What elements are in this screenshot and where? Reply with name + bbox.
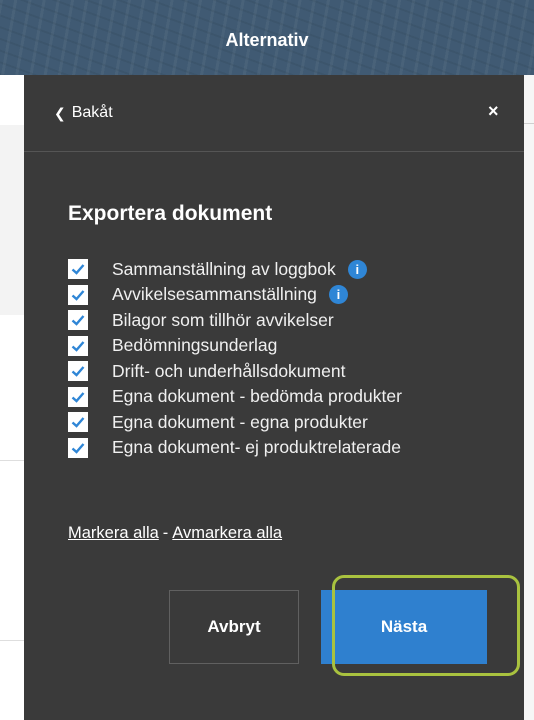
option-row[interactable]: Egna dokument- ej produktrelaterade — [68, 436, 518, 460]
selection-links: Markera alla - Avmarkera alla — [68, 524, 282, 543]
checkmark-icon — [71, 289, 85, 301]
option-row[interactable]: Drift- och underhållsdokument — [68, 359, 518, 383]
background-divider — [0, 640, 24, 641]
close-icon[interactable]: × — [488, 101, 499, 122]
checkbox[interactable] — [68, 259, 88, 279]
checkbox[interactable] — [68, 310, 88, 330]
background-band — [0, 125, 24, 315]
option-row[interactable]: Egna dokument - egna produkter — [68, 410, 518, 434]
background-page-left — [0, 75, 24, 720]
option-label: Egna dokument - egna produkter — [112, 411, 368, 432]
option-label: Egna dokument - bedömda produkter — [112, 386, 402, 406]
export-options: Sammanställning av loggbok i Avvikelsesa… — [68, 257, 518, 461]
checkbox[interactable] — [68, 412, 88, 432]
info-icon[interactable]: i — [328, 285, 348, 304]
panel-header: ❮ Bakåt × — [24, 75, 524, 152]
checkmark-icon — [71, 315, 85, 326]
option-row[interactable]: Bedömningsunderlag — [68, 334, 518, 358]
checkmark-icon — [71, 264, 85, 275]
chevron-left-icon: ❮ — [54, 104, 66, 121]
option-row[interactable]: Egna dokument - bedömda produkter — [68, 385, 518, 409]
background-divider — [0, 460, 24, 461]
checkmark-icon — [71, 442, 85, 454]
option-label: Avvikelsesammanställning — [112, 284, 317, 304]
option-label: Sammanställning av loggbok — [112, 258, 336, 279]
header-title: Alternativ — [225, 30, 309, 50]
checkbox[interactable] — [68, 335, 88, 356]
checkbox[interactable] — [68, 361, 88, 381]
checkmark-icon — [71, 340, 85, 352]
next-button[interactable]: Nästa — [321, 590, 487, 664]
deselect-all-link[interactable]: Avmarkera alla — [172, 524, 282, 542]
cancel-button[interactable]: Avbryt — [169, 590, 299, 664]
option-label: Bedömningsunderlag — [112, 335, 278, 355]
info-icon[interactable]: i — [347, 259, 367, 279]
checkbox[interactable] — [68, 386, 88, 407]
option-label: Egna dokument- ej produktrelaterade — [112, 437, 401, 457]
option-row[interactable]: Avvikelsesammanställning i — [68, 283, 518, 307]
checkmark-icon — [71, 391, 85, 403]
option-row[interactable]: Sammanställning av loggbok i — [68, 257, 518, 281]
select-all-link[interactable]: Markera alla — [68, 524, 159, 542]
background-page-right — [524, 75, 534, 720]
checkbox[interactable] — [68, 437, 88, 458]
back-button[interactable]: ❮ Bakåt — [54, 104, 113, 122]
checkbox[interactable] — [68, 284, 88, 305]
background-divider — [524, 123, 534, 124]
section-title: Exportera dokument — [68, 202, 273, 225]
option-label: Bilagor som tillhör avvikelser — [112, 309, 334, 330]
option-row[interactable]: Bilagor som tillhör avvikelser — [68, 308, 518, 332]
checkmark-icon — [71, 417, 85, 428]
back-label: Bakåt — [71, 104, 113, 121]
options-panel: ❮ Bakåt × Exportera dokument Sammanställ… — [24, 75, 524, 720]
link-separator: - — [162, 524, 169, 542]
checkmark-icon — [71, 366, 85, 377]
option-label: Drift- och underhållsdokument — [112, 360, 346, 381]
